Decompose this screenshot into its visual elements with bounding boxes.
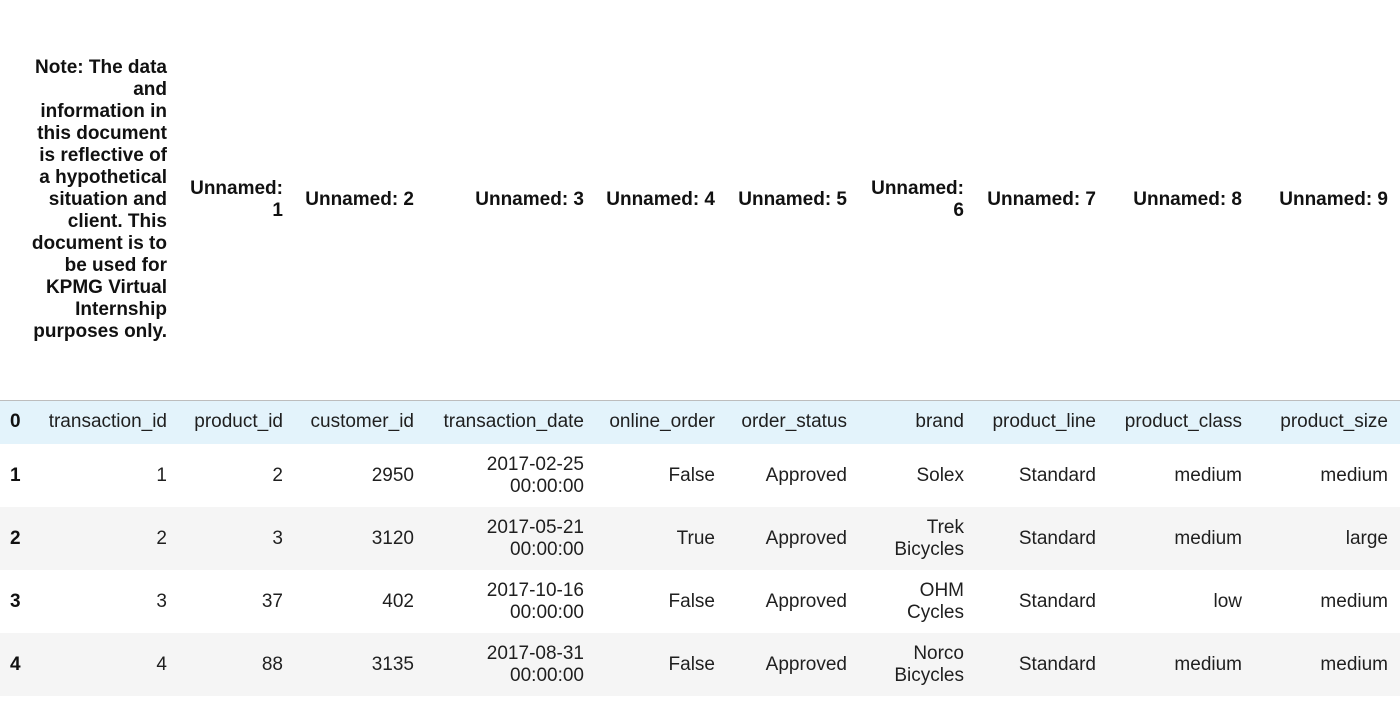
table-cell: product_size: [1280, 411, 1388, 433]
table-cell: 2017-05-21 00:00:00: [486, 516, 584, 560]
table-cell: brand: [915, 411, 964, 433]
table-cell: product_line: [992, 411, 1096, 433]
table-cell: 3: [156, 590, 167, 612]
table-cell: False: [668, 464, 715, 486]
table-cell: True: [676, 527, 715, 549]
table-cell: 3120: [371, 527, 414, 549]
table-cell: Standard: [1018, 590, 1096, 612]
header-row: Note: The data and information in this d…: [0, 0, 1400, 401]
table-cell: large: [1345, 527, 1388, 549]
table-cell: Standard: [1018, 464, 1096, 486]
dataframe-output: Note: The data and information in this d…: [0, 0, 1400, 702]
row-index: 3: [10, 590, 21, 612]
column-header: Note: The data and information in this d…: [28, 0, 177, 401]
table-cell: 2950: [371, 464, 414, 486]
row-index: 0: [10, 411, 21, 433]
table-row: 3 3 37 402 2017-10-16 00:00:00 False App…: [0, 570, 1400, 633]
column-header: Unnamed: 6: [857, 0, 974, 401]
index-header: [0, 0, 28, 401]
table-cell: 3: [272, 527, 283, 549]
table-cell: 37: [261, 590, 283, 612]
table-cell: order_status: [741, 411, 847, 433]
table-cell: OHM Cycles: [906, 579, 964, 623]
table-cell: Approved: [765, 527, 847, 549]
column-header: Unnamed: 3: [424, 0, 594, 401]
table-cell: product_class: [1124, 411, 1242, 433]
table-cell: 2017-10-16 00:00:00: [486, 579, 584, 623]
table-cell: 2017-08-31 00:00:00: [486, 642, 584, 686]
column-header: Unnamed: 4: [594, 0, 725, 401]
table-cell: Trek Bicycles: [894, 516, 964, 560]
table-cell: 2017-02-25 00:00:00: [486, 453, 584, 497]
table-cell: medium: [1320, 464, 1388, 486]
table-cell: medium: [1320, 590, 1388, 612]
column-header: Unnamed: 8: [1106, 0, 1252, 401]
column-header: Unnamed: 9: [1252, 0, 1398, 401]
row-index: 4: [10, 653, 21, 675]
table-row: 1 1 2 2950 2017-02-25 00:00:00 False App…: [0, 444, 1400, 507]
table-cell: medium: [1174, 653, 1242, 675]
table-cell: transaction_date: [443, 411, 585, 433]
table-cell: 2: [156, 527, 167, 549]
table-cell: low: [1213, 590, 1242, 612]
table-cell: medium: [1174, 464, 1242, 486]
dataframe-table: Note: The data and information in this d…: [0, 0, 1400, 696]
table-cell: product_id: [194, 411, 283, 433]
table-cell: medium: [1174, 527, 1242, 549]
table-cell: Standard: [1018, 527, 1096, 549]
table-cell: online_order: [609, 411, 715, 433]
table-cell: 402: [382, 590, 414, 612]
table-cell: medium: [1320, 653, 1388, 675]
table-row: 2 2 3 3120 2017-05-21 00:00:00 True Appr…: [0, 507, 1400, 570]
table-cell: Approved: [765, 590, 847, 612]
table-cell: customer_id: [310, 411, 415, 433]
table-cell: 88: [261, 653, 283, 675]
table-row: 4 4 88 3135 2017-08-31 00:00:00 False Ap…: [0, 633, 1400, 696]
table-cell: False: [668, 653, 715, 675]
table-cell: 4: [156, 653, 167, 675]
row-index: 2: [10, 527, 21, 549]
table-cell: Approved: [765, 464, 847, 486]
table-row: 0 transaction_id product_id customer_id …: [0, 400, 1400, 444]
row-index: 1: [10, 464, 21, 486]
column-header: Unnamed: 2: [293, 0, 424, 401]
table-cell: Solex: [916, 464, 964, 486]
table-cell: Standard: [1018, 653, 1096, 675]
table-cell: 1: [156, 464, 167, 486]
table-cell: False: [668, 590, 715, 612]
table-cell: 2: [272, 464, 283, 486]
column-header: Unnamed: 5: [725, 0, 857, 401]
table-cell: transaction_id: [48, 411, 167, 433]
table-cell: Norco Bicycles: [894, 642, 964, 686]
table-cell: Approved: [765, 653, 847, 675]
column-header: Unnamed: 1: [177, 0, 293, 401]
table-cell: 3135: [371, 653, 414, 675]
column-header: Unnamed: 7: [974, 0, 1106, 401]
